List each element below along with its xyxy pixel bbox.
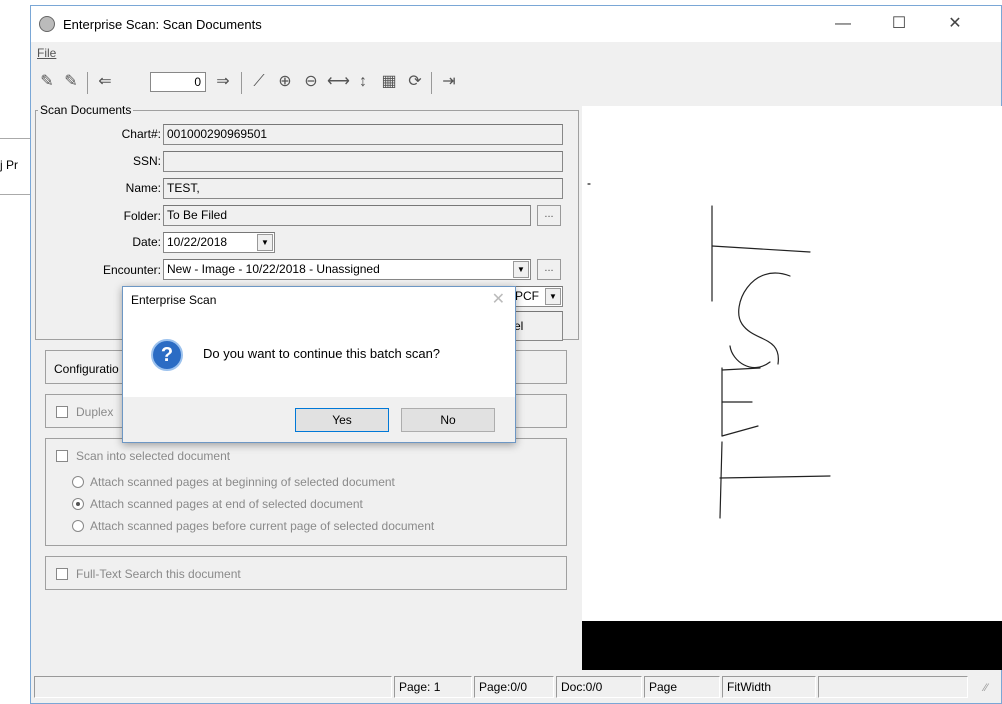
yes-button[interactable]: Yes <box>295 408 389 432</box>
minimize-button[interactable]: — <box>831 12 855 36</box>
document-preview[interactable] <box>582 106 1002 670</box>
close-button[interactable]: ✕ <box>943 12 967 36</box>
dialog-close-icon[interactable]: ✕ <box>492 289 505 309</box>
status-page: Page: 1 <box>394 676 472 698</box>
menu-file[interactable]: File <box>37 46 56 60</box>
attach-before-label: Attach scanned pages before current page… <box>90 519 435 533</box>
full-text-label: Full-Text Search this document <box>76 567 241 581</box>
chevron-down-icon[interactable]: ▼ <box>513 261 529 278</box>
date-value: 10/22/2018 <box>167 235 228 249</box>
document-type-select[interactable]: PCF ▼ <box>511 286 563 307</box>
refresh-icon[interactable]: ⟳ <box>405 72 425 92</box>
preview-black-band <box>582 621 1002 670</box>
status-doc: Doc:0/0 <box>556 676 642 698</box>
toolbar-separator <box>87 72 88 94</box>
attach-before-radio[interactable] <box>72 520 84 532</box>
encounter-select[interactable]: New - Image - 10/22/2018 - Unassigned ▼ <box>163 259 531 280</box>
folder-field[interactable]: To Be Filed <box>163 205 531 226</box>
chevron-down-icon[interactable]: ▼ <box>257 234 273 251</box>
scan-documents-group-title: Scan Documents <box>38 103 134 117</box>
name-label: Name: <box>125 181 161 195</box>
chart-field[interactable]: 001000290969501 <box>163 124 563 145</box>
folder-browse-button[interactable]: ... <box>537 205 561 226</box>
fit-height-icon[interactable]: ↕ <box>353 72 373 92</box>
scan-batch-icon[interactable]: ✎ <box>61 72 81 92</box>
attach-beginning-label: Attach scanned pages at beginning of sel… <box>90 475 395 489</box>
encounter-browse-button[interactable]: ... <box>537 259 561 280</box>
status-mode: Page <box>644 676 720 698</box>
attach-beginning-radio[interactable] <box>72 476 84 488</box>
chevron-down-icon[interactable]: ▼ <box>545 288 561 305</box>
fit-width-icon[interactable]: ⟷ <box>327 72 350 92</box>
zoom-in-icon[interactable]: ⊕ <box>275 72 295 92</box>
menu-bar: File <box>37 46 56 60</box>
continue-batch-dialog: Enterprise Scan ✕ ? Do you want to conti… <box>122 286 516 443</box>
maximize-button[interactable]: ☐ <box>887 12 911 36</box>
status-field-blank <box>34 676 392 698</box>
app-icon <box>39 16 55 32</box>
status-page-count: Page:0/0 <box>474 676 554 698</box>
previous-page-icon[interactable]: ⇐ <box>95 72 115 92</box>
status-field-blank <box>818 676 968 698</box>
window-title: Enterprise Scan: Scan Documents <box>63 17 262 32</box>
duplex-checkbox[interactable] <box>56 406 68 418</box>
full-text-panel: Full-Text Search this document <box>45 556 567 590</box>
title-bar: Enterprise Scan: Scan Documents — ☐ ✕ <box>31 6 1001 42</box>
chart-label: Chart#: <box>121 127 161 141</box>
rotate-icon[interactable]: ⟋ <box>249 72 269 92</box>
configuration-label: Configuratio <box>54 362 119 376</box>
attach-end-label: Attach scanned pages at end of selected … <box>90 497 363 511</box>
status-fit: FitWidth <box>722 676 816 698</box>
ssn-field[interactable] <box>163 151 563 172</box>
date-field[interactable]: 10/22/2018 ▼ <box>163 232 275 253</box>
encounter-label: Encounter: <box>102 263 161 277</box>
exit-icon[interactable]: ⇥ <box>439 72 459 92</box>
name-field[interactable]: TEST, <box>163 178 563 199</box>
status-bar: Page: 1 Page:0/0 Doc:0/0 Page FitWidth ⁄… <box>34 676 1002 700</box>
toolbar: ✎ ✎ ⇐ 0 ⇒ ⟋ ⊕ ⊖ ⟷ ↕ ▦ ⟳ ⇥ <box>35 66 595 100</box>
no-button[interactable]: No <box>401 408 495 432</box>
document-type-value: PCF <box>515 289 539 303</box>
background-divider <box>0 138 30 139</box>
background-divider <box>0 194 30 195</box>
folder-label: Folder: <box>123 209 161 223</box>
scan-into-panel: Scan into selected document Attach scann… <box>45 438 567 546</box>
zoom-out-icon[interactable]: ⊖ <box>301 72 321 92</box>
scan-into-checkbox[interactable] <box>56 450 68 462</box>
dialog-button-bar: Yes No <box>123 397 515 442</box>
encounter-value: New - Image - 10/22/2018 - Unassigned <box>167 262 380 276</box>
toolbar-separator <box>431 72 432 94</box>
attach-end-radio[interactable] <box>72 498 84 510</box>
ssn-label: SSN: <box>132 154 161 168</box>
dialog-title: Enterprise Scan <box>131 293 217 307</box>
duplex-label: Duplex <box>76 405 114 419</box>
thumbnails-icon[interactable]: ▦ <box>379 72 399 92</box>
handwritten-test-image <box>587 183 831 519</box>
page-number-input[interactable]: 0 <box>150 72 206 92</box>
background-partial-text: j Pr <box>0 158 18 172</box>
scan-icon[interactable]: ✎ <box>37 72 57 92</box>
question-icon: ? <box>151 339 183 371</box>
scan-into-label: Scan into selected document <box>76 449 231 463</box>
full-text-checkbox[interactable] <box>56 568 68 580</box>
resize-grip-icon[interactable]: ⁄⁄ <box>984 682 988 694</box>
cancel-button-partial[interactable]: el <box>511 311 563 341</box>
date-label: Date: <box>132 235 161 249</box>
toolbar-separator <box>241 72 242 94</box>
dialog-message: Do you want to continue this batch scan? <box>203 346 441 361</box>
next-page-icon[interactable]: ⇒ <box>213 72 233 92</box>
